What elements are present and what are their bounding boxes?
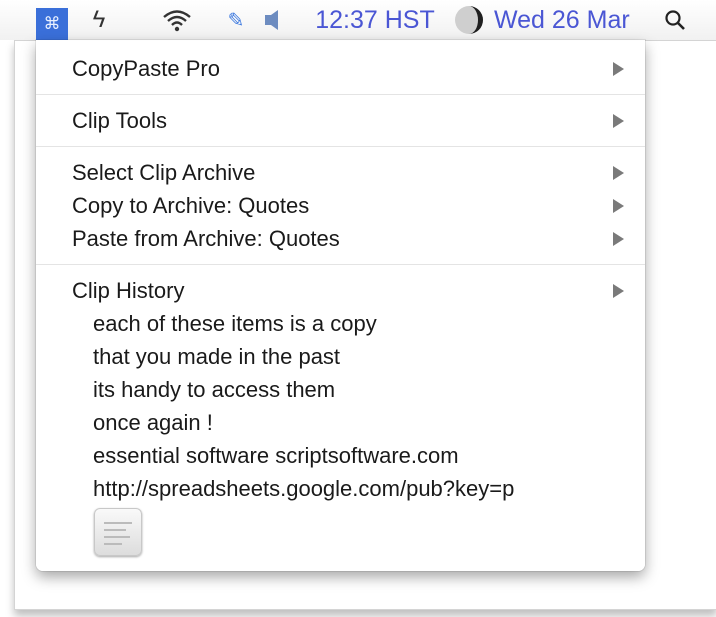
clip-history-item[interactable]: each of these items is a copy — [36, 308, 645, 340]
menu-item-clip-tools[interactable]: Clip Tools — [36, 105, 645, 137]
moon-icon[interactable] — [450, 0, 490, 40]
pin-icon[interactable]: ✎ — [222, 0, 250, 40]
menubar-clock[interactable]: 12:37 HST — [308, 0, 442, 40]
clip-history-item-label: its handy to access them — [93, 377, 336, 402]
copypaste-menu-icon[interactable]: ⌘ — [36, 8, 68, 40]
menu-item-clip-history[interactable]: Clip History — [36, 275, 645, 307]
clip-history-item[interactable]: essential software scriptsoftware.com — [36, 440, 645, 472]
clip-history-item[interactable]: its handy to access them — [36, 374, 645, 406]
document-line — [104, 543, 122, 545]
spotlight-search-icon[interactable] — [660, 0, 690, 40]
menu-item-label: Clip Tools — [72, 108, 167, 133]
submenu-arrow-icon — [613, 62, 624, 76]
menu-item-label: Copy to Archive: Quotes — [72, 193, 310, 218]
clip-history-item[interactable]: once again ! — [36, 407, 645, 439]
menu-item-paste-from-archive[interactable]: Paste from Archive: Quotes — [36, 223, 645, 255]
submenu-arrow-icon — [613, 199, 624, 213]
submenu-arrow-icon — [613, 232, 624, 246]
clip-history-item-label: each of these items is a copy — [93, 311, 377, 336]
clip-history-item[interactable]: that you made in the past — [36, 341, 645, 373]
clip-history-item-label: essential software scriptsoftware.com — [93, 443, 459, 468]
document-line — [104, 529, 126, 531]
submenu-arrow-icon — [613, 284, 624, 298]
menu-separator — [36, 264, 645, 265]
clip-history-item[interactable]: http://spreadsheets.google.com/pub?key=p — [36, 473, 645, 505]
menu-bar: ⌘ ϟ ✎ 12:37 HST Wed 26 Mar — [0, 0, 716, 40]
menu-item-copypaste-pro[interactable]: CopyPaste Pro — [36, 53, 645, 85]
document-thumbnail-icon[interactable] — [94, 508, 142, 556]
clip-history-item-label: http://spreadsheets.google.com/pub?key=p — [93, 476, 515, 501]
document-line — [104, 522, 132, 524]
wifi-icon[interactable] — [160, 0, 194, 40]
menu-item-select-clip-archive[interactable]: Select Clip Archive — [36, 157, 645, 189]
copypaste-dropdown-menu: CopyPaste Pro Clip Tools Select Clip Arc… — [36, 40, 645, 571]
menu-item-label: Select Clip Archive — [72, 160, 256, 185]
menu-item-label: Clip History — [72, 278, 185, 303]
clip-history-item-label: that you made in the past — [93, 344, 341, 369]
menu-item-label: Paste from Archive: Quotes — [72, 226, 340, 251]
menu-separator — [36, 146, 645, 147]
volume-icon[interactable] — [260, 0, 286, 40]
submenu-arrow-icon — [613, 114, 624, 128]
menu-item-label: CopyPaste Pro — [72, 56, 220, 81]
bolt-icon[interactable]: ϟ — [86, 0, 112, 40]
menubar-date[interactable]: Wed 26 Mar — [494, 0, 638, 40]
menu-item-copy-to-archive[interactable]: Copy to Archive: Quotes — [36, 190, 645, 222]
menu-separator — [36, 94, 645, 95]
document-line — [104, 536, 130, 538]
submenu-arrow-icon — [613, 166, 624, 180]
clip-history-item-label: once again ! — [93, 410, 213, 435]
